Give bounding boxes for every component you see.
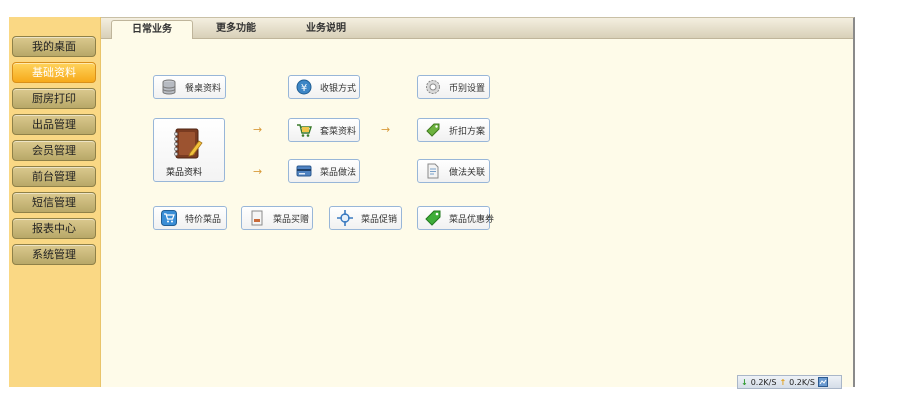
discount-scheme-label: 折扣方案: [449, 126, 486, 137]
cart-badge-icon: [161, 210, 177, 226]
crosshair-icon: [337, 210, 353, 226]
dish-coupon-label: 菜品优惠券: [449, 214, 495, 225]
special-dish-label: 特价菜品: [185, 214, 222, 225]
tab-business-description[interactable]: 业务说明: [291, 20, 361, 38]
dish-promotion-label: 菜品促销: [361, 214, 398, 225]
sidebar-item-system[interactable]: 系统管理: [12, 244, 96, 265]
download-speed: 0.2K/S: [750, 377, 777, 387]
sidebar-item-basic-data[interactable]: 基础资料: [12, 62, 96, 83]
flow-arrow: →: [253, 123, 263, 136]
svg-text:¥: ¥: [301, 83, 307, 94]
tab-more-functions[interactable]: 更多功能: [201, 20, 271, 38]
currency-settings-button[interactable]: 币别设置: [417, 75, 490, 99]
flow-arrow: →: [253, 165, 263, 178]
currency-settings-label: 币别设置: [449, 83, 486, 94]
method-link-label: 做法关联: [449, 167, 486, 178]
network-monitor-icon[interactable]: [817, 377, 828, 387]
table-data-label: 餐桌资料: [185, 83, 222, 94]
main-panel: 日常业务 更多功能 业务说明 餐桌资料 ¥ 收银方式 币别设置 菜品资料 → →…: [101, 17, 855, 387]
sidebar-item-dish-management[interactable]: 出品管理: [12, 114, 96, 135]
dish-method-label: 菜品做法: [320, 167, 357, 178]
special-dish-button[interactable]: 特价菜品: [153, 206, 227, 230]
method-link-button[interactable]: 做法关联: [417, 159, 490, 183]
yen-coin-icon: ¥: [296, 79, 312, 95]
shopping-cart-icon: [297, 124, 312, 137]
dish-coupon-button[interactable]: 菜品优惠券: [417, 206, 494, 230]
tab-bar: 日常业务 更多功能 业务说明: [101, 18, 853, 39]
sidebar-item-front-desk[interactable]: 前台管理: [12, 166, 96, 187]
document-icon: [427, 163, 439, 179]
dish-buy-gift-button[interactable]: 菜品买赠: [241, 206, 313, 230]
sidebar-item-my-desktop[interactable]: 我的桌面: [12, 36, 96, 57]
table-data-button[interactable]: 餐桌资料: [153, 75, 226, 99]
sidebar: 我的桌面 基础资料 厨房打印 出品管理 会员管理 前台管理 短信管理 报表中心 …: [9, 17, 101, 387]
dish-promotion-button[interactable]: 菜品促销: [329, 206, 402, 230]
upload-speed: 0.2K/S: [789, 377, 815, 387]
sidebar-item-sms[interactable]: 短信管理: [12, 192, 96, 213]
sidebar-item-reports[interactable]: 报表中心: [12, 218, 96, 239]
card-icon: [296, 165, 312, 177]
tab-daily-business[interactable]: 日常业务: [111, 20, 193, 39]
price-tag-icon: [426, 123, 440, 137]
flow-arrow: →: [381, 123, 391, 136]
discount-scheme-button[interactable]: 折扣方案: [417, 118, 490, 142]
sidebar-item-kitchen-print[interactable]: 厨房打印: [12, 88, 96, 109]
network-speed-indicator: ↓ 0.2K/S ↑ 0.2K/S: [737, 375, 842, 389]
notebook-icon: [174, 128, 203, 159]
dish-buy-gift-label: 菜品买赠: [273, 214, 310, 225]
set-meal-data-button[interactable]: 套菜资料: [288, 118, 360, 142]
gear-icon: [426, 80, 440, 94]
set-meal-data-label: 套菜资料: [320, 126, 357, 137]
database-icon: [162, 79, 176, 95]
dish-data-button[interactable]: 菜品资料: [153, 118, 225, 182]
receipt-icon: [251, 210, 263, 226]
dish-data-label: 菜品资料: [166, 168, 203, 178]
green-tag-icon: [425, 210, 441, 226]
sidebar-item-member-management[interactable]: 会员管理: [12, 140, 96, 161]
download-arrow-icon: ↓: [741, 377, 748, 387]
upload-arrow-icon: ↑: [779, 377, 787, 387]
dish-method-button[interactable]: 菜品做法: [288, 159, 360, 183]
payment-method-button[interactable]: ¥ 收银方式: [288, 75, 360, 99]
payment-method-label: 收银方式: [320, 83, 357, 94]
